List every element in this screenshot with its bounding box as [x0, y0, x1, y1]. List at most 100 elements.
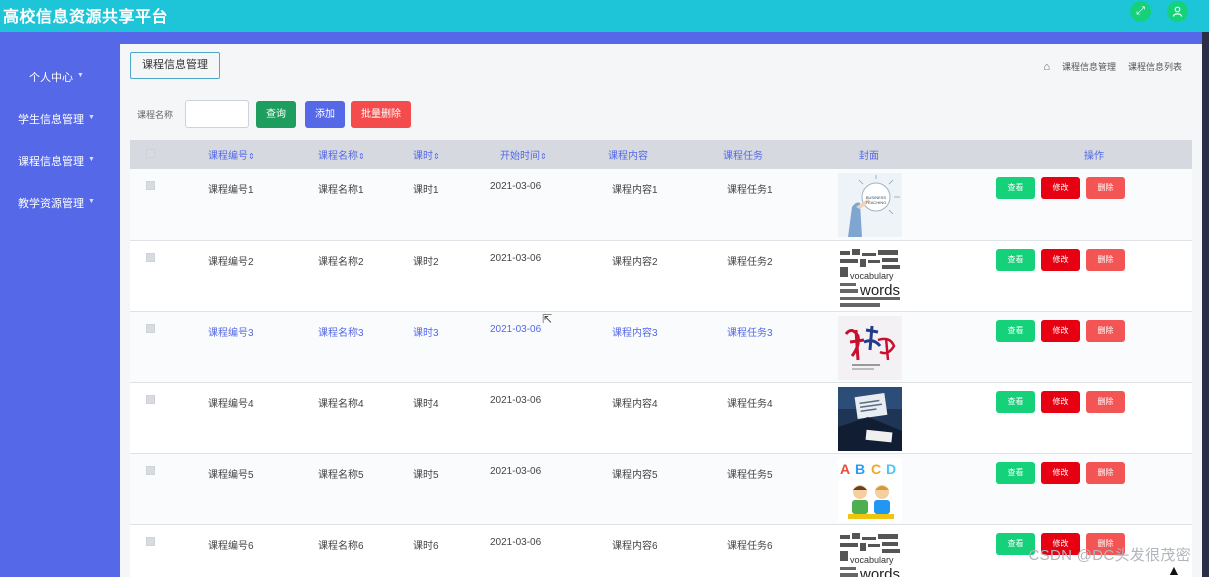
- up-arrow-icon: ▲: [1167, 562, 1181, 577]
- svg-text:TEACHING: TEACHING: [866, 200, 887, 205]
- sort-icon: ⇕: [248, 152, 255, 161]
- delete-button[interactable]: 删除: [1086, 177, 1125, 199]
- row-checkbox[interactable]: [146, 181, 155, 190]
- edit-button[interactable]: 修改: [1041, 390, 1080, 413]
- row-checkbox[interactable]: [146, 252, 155, 262]
- column-header[interactable]: 开始时间⇕: [490, 140, 605, 169]
- scrollbar-track[interactable]: [1202, 32, 1209, 577]
- cover-image[interactable]: [838, 386, 996, 451]
- edit-button[interactable]: 修改: [1041, 461, 1080, 484]
- breadcrumb-item: 课程信息列表: [1127, 62, 1182, 72]
- content-cell: 课程内容3: [612, 327, 658, 339]
- cover-image[interactable]: ABCD: [838, 457, 996, 522]
- add-button[interactable]: 添加: [305, 100, 345, 128]
- sidebar-item-student-info[interactable]: 学生信息管理 ▼: [0, 111, 120, 126]
- view-button[interactable]: 查看: [996, 390, 1035, 413]
- edit-button[interactable]: 修改: [1041, 248, 1080, 271]
- cover-image[interactable]: vocabulary words: [838, 528, 996, 577]
- mouse-cursor-icon: ⇱: [542, 312, 553, 326]
- cover-cell: [838, 382, 996, 453]
- cover-image[interactable]: vocabulary words: [838, 244, 996, 309]
- start-time-cell: 2021-03-06: [490, 465, 542, 477]
- hours-cell: 课时1: [413, 185, 439, 196]
- content-cell: 课程内容5: [612, 469, 658, 481]
- view-button[interactable]: 查看: [996, 177, 1035, 199]
- course-code-cell: 课程编号3: [208, 327, 254, 339]
- column-header[interactable]: 课时⇕: [413, 140, 490, 169]
- course-name-cell: 课程名称2: [318, 256, 364, 268]
- app-title: 高校信息资源共享平台: [3, 9, 169, 26]
- task-cell: 课程任务2: [727, 256, 773, 268]
- select-all-checkbox[interactable]: [146, 148, 155, 158]
- row-checkbox[interactable]: [146, 394, 155, 404]
- sidebar-item-teaching-resources[interactable]: 教学资源管理 ▼: [0, 195, 120, 210]
- edit-button[interactable]: 修改: [1041, 177, 1080, 199]
- svg-text:words: words: [859, 282, 900, 299]
- view-button[interactable]: 查看: [996, 461, 1035, 484]
- table-row[interactable]: 课程编号2 课程名称2 课时2 2021-03-06 课程内容2 课程任务2 vocabul…: [130, 240, 1192, 311]
- table-row[interactable]: 课程编号4 课程名称4 课时4 2021-03-06 课程内容4 课程任务4 查看 修改 …: [130, 382, 1192, 453]
- top-bar-divider: [0, 32, 1209, 44]
- chevron-down-icon: ▼: [88, 114, 95, 121]
- course-name-input[interactable]: [185, 100, 249, 128]
- query-button[interactable]: 查询: [256, 100, 296, 128]
- top-bar: 高校信息资源共享平台 ⤢: [0, 0, 1209, 32]
- delete-button[interactable]: 删除: [1086, 248, 1125, 271]
- row-checkbox[interactable]: [146, 465, 155, 475]
- table-row[interactable]: 课程编号3 课程名称3 课时3 2021-03-06 课程内容3 课程任务3 查看 修改 …: [130, 311, 1192, 382]
- cover-cell: vocabulary words: [838, 524, 996, 577]
- svg-text:B: B: [855, 461, 865, 477]
- user-icon[interactable]: [1167, 1, 1188, 22]
- page-title[interactable]: 课程信息管理: [130, 52, 220, 79]
- svg-text:vocabulary: vocabulary: [850, 555, 894, 565]
- start-time-cell: 2021-03-06: [490, 536, 542, 548]
- column-header[interactable]: 课程编号⇕: [208, 140, 318, 169]
- breadcrumb: ⌂ 课程信息管理 课程信息列表: [1043, 60, 1182, 73]
- sort-icon: ⇕: [358, 152, 365, 161]
- cover-image[interactable]: BUSINESS TEACHING: [838, 173, 996, 237]
- content-cell: 课程内容2: [612, 256, 658, 268]
- content-cell: 课程内容4: [612, 398, 658, 410]
- fullscreen-icon[interactable]: ⤢: [1130, 1, 1151, 22]
- start-time-cell: 2021-03-06: [490, 394, 542, 406]
- start-time-cell: 2021-03-06: [490, 252, 542, 264]
- svg-text:D: D: [886, 461, 896, 477]
- hours-cell: 课时6: [413, 540, 439, 552]
- delete-button[interactable]: 删除: [1086, 461, 1125, 484]
- task-cell: 课程任务6: [727, 540, 773, 552]
- sidebar-item-label: 课程信息管理: [18, 156, 84, 168]
- sort-icon: ⇕: [540, 152, 547, 161]
- app-window: 高校信息资源共享平台 ⤢ 个人中心 ▼ 学生信息管理 ▼ 课程信息管理 ▼ 教学…: [0, 0, 1209, 577]
- table-row[interactable]: 课程编号1 课程名称1 课时1 2021-03-06 课程内容1 课程任务1 BUSINES…: [130, 169, 1192, 240]
- course-code-cell: 课程编号4: [208, 398, 254, 410]
- course-name-cell: 课程名称4: [318, 398, 364, 410]
- svg-text:C: C: [871, 461, 881, 477]
- main-panel: 课程信息管理 ⌂ 课程信息管理 课程信息列表 课程名称 查询 添加 批量删除 课…: [120, 44, 1202, 577]
- actions-cell: 查看 修改 删除: [996, 453, 1192, 524]
- batch-delete-button[interactable]: 批量删除: [351, 100, 411, 128]
- breadcrumb-item[interactable]: 课程信息管理: [1062, 60, 1116, 73]
- course-table: 课程编号⇕ 课程名称⇕ 课时⇕ 开始时间⇕ 课程内容 课程任务 封面 操作 课程…: [130, 140, 1192, 577]
- course-name-cell: 课程名称1: [318, 185, 364, 196]
- view-button[interactable]: 查看: [996, 248, 1035, 271]
- table-row[interactable]: 课程编号5 课程名称5 课时5 2021-03-06 课程内容5 课程任务5 A B C D 查看…: [130, 453, 1192, 524]
- sidebar-item-personal-center[interactable]: 个人中心 ▼: [0, 69, 120, 84]
- delete-button[interactable]: 删除: [1086, 319, 1125, 342]
- content-cell: 课程内容6: [612, 540, 658, 552]
- column-header: 封面: [859, 151, 879, 162]
- delete-button[interactable]: 删除: [1086, 390, 1125, 413]
- row-checkbox[interactable]: [146, 323, 155, 333]
- sidebar: 个人中心 ▼ 学生信息管理 ▼ 课程信息管理 ▼ 教学资源管理 ▼: [0, 44, 120, 577]
- cover-cell: vocabulary words: [838, 240, 996, 311]
- column-header[interactable]: 课程名称⇕: [318, 140, 413, 169]
- column-header: 课程任务: [723, 151, 763, 162]
- home-icon[interactable]: ⌂: [1043, 61, 1050, 73]
- edit-button[interactable]: 修改: [1041, 319, 1080, 342]
- row-checkbox[interactable]: [146, 536, 155, 546]
- sidebar-item-course-info[interactable]: 课程信息管理 ▼: [0, 153, 120, 168]
- course-name-cell: 课程名称6: [318, 540, 364, 552]
- cover-image[interactable]: [838, 315, 996, 380]
- sidebar-item-label: 学生信息管理: [18, 114, 84, 126]
- actions-cell: 查看 修改 删除: [996, 382, 1192, 453]
- view-button[interactable]: 查看: [996, 319, 1035, 342]
